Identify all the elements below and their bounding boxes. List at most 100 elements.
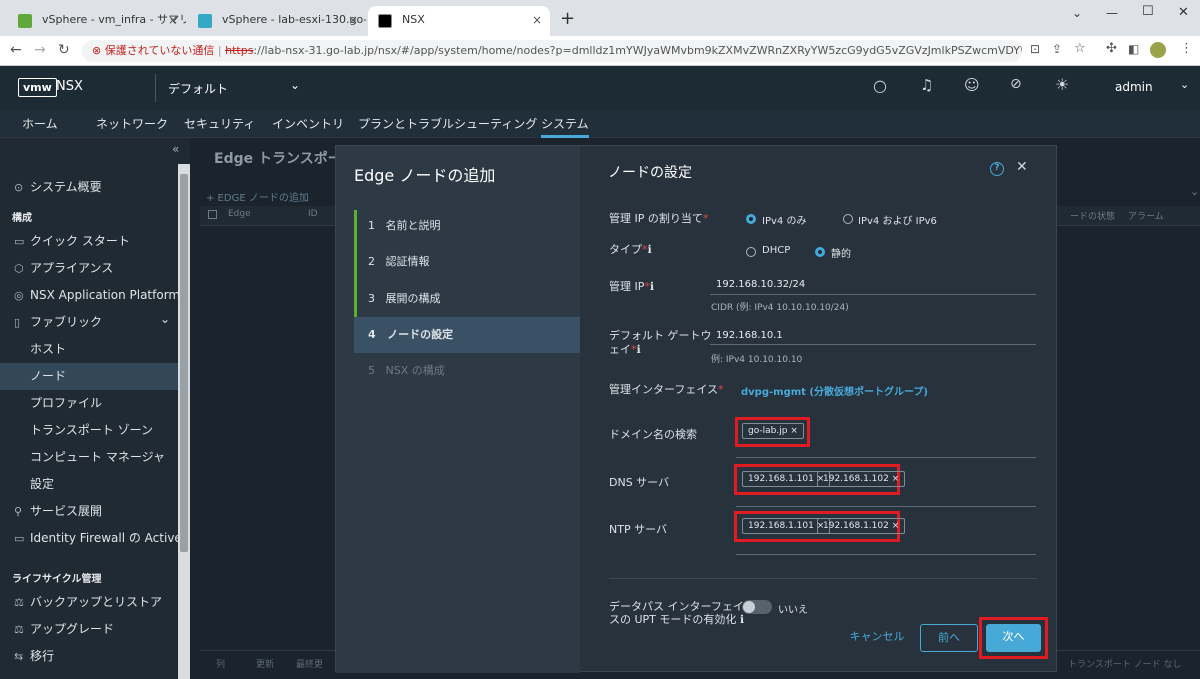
help-icon[interactable]: ? (990, 162, 1004, 176)
smiley-icon[interactable]: ☺ (964, 76, 980, 94)
sidebar-item[interactable]: ▭ Identity Firewall の Active ... (0, 525, 178, 552)
dns-chip-2[interactable]: 192.168.1.102 × (817, 471, 906, 487)
remove-chip-icon[interactable]: × (892, 521, 900, 531)
forward-icon[interactable]: → (34, 42, 46, 58)
nav-plan-troubleshoot[interactable]: プランとトラブルシューティング (358, 110, 537, 138)
sidebar-item[interactable]: ノード (0, 363, 178, 390)
browser-tab-nsx[interactable]: NSX × (368, 6, 550, 36)
sidebar-item[interactable]: ⊙ システム概要 (0, 174, 178, 201)
close-window-button[interactable]: ✕ (1178, 5, 1189, 20)
sidebar-item[interactable]: ホスト (0, 336, 178, 363)
wizard-step-3[interactable]: 3 展開の構成 (354, 281, 580, 317)
sidebar-item[interactable]: コンピュート マネージャ (0, 444, 178, 471)
select-all-checkbox[interactable] (208, 210, 217, 219)
radio-static[interactable] (815, 247, 825, 257)
col-alarm[interactable]: アラーム (1128, 209, 1164, 222)
radio-ipv4-only-label[interactable]: IPv4 のみ (762, 212, 806, 227)
sidebar-item[interactable]: ⇆ 移行 (0, 643, 178, 670)
sidebar-item-icon: ⊙ (14, 181, 24, 194)
radio-ipv4-only[interactable] (746, 214, 756, 224)
sidebar-item[interactable]: ▭ クイック スタート (0, 228, 178, 255)
domain-chip[interactable]: go-lab.jp × (742, 423, 804, 439)
add-edge-node-button[interactable]: + EDGE ノードの追加 (206, 189, 309, 204)
ntp-chip-2[interactable]: 192.168.1.102 × (817, 518, 906, 534)
previous-button[interactable]: 前へ (920, 624, 978, 652)
footer-columns[interactable]: 列 (216, 657, 225, 670)
wizard-step-1[interactable]: 1 名前と説明 (354, 208, 580, 244)
reload-icon[interactable]: ↻ (58, 42, 70, 58)
new-tab-button[interactable]: + (560, 8, 575, 29)
nav-security[interactable]: セキュリティ (184, 110, 255, 138)
sidebar-item[interactable]: ◎ NSX Application Platform (0, 282, 178, 309)
upt-toggle[interactable] (742, 600, 772, 614)
footer-refresh[interactable]: 更新 (256, 657, 274, 670)
sidebar-item[interactable]: ⬡ アプライアンス (0, 255, 178, 282)
chevron-down-icon[interactable]: ⌄ (160, 309, 170, 333)
minimize-button[interactable]: — (1106, 6, 1118, 20)
sidebar-item[interactable]: ⚖ バックアップとリストア (0, 589, 178, 616)
info-icon[interactable]: ℹ (740, 613, 744, 626)
sidebar-item[interactable]: ⚲ サービス展開 (0, 498, 178, 525)
cancel-button[interactable]: キャンセル (844, 624, 910, 652)
wizard-step-2[interactable]: 2 認証情報 (354, 244, 580, 280)
sidebar-scrollbar[interactable] (178, 164, 190, 679)
info-icon[interactable]: ℹ (648, 243, 652, 256)
url-scheme: https (225, 44, 254, 57)
search-icon[interactable]: ○ (873, 76, 887, 95)
info-icon[interactable]: ℹ (650, 280, 654, 293)
mgmt-ip-hint: CIDR (例: IPv4 10.10.10.10/24) (711, 303, 849, 313)
remove-chip-icon[interactable]: × (892, 474, 900, 484)
radio-static-label[interactable]: 静的 (831, 245, 851, 260)
next-button[interactable]: 次へ (986, 624, 1041, 652)
mgmt-ip-input[interactable]: 192.168.10.32/24 (716, 279, 805, 290)
profile-avatar[interactable] (1150, 42, 1166, 58)
remove-chip-icon[interactable]: × (790, 426, 798, 436)
help-icon[interactable]: ⊘ (1010, 76, 1022, 92)
close-tab-icon[interactable]: × (348, 6, 358, 34)
sidebar-item[interactable]: プロファイル (0, 390, 178, 417)
chevron-down-icon[interactable]: ⌄ (1180, 78, 1189, 91)
bell-icon[interactable]: ♫ (920, 76, 933, 94)
translate-icon[interactable]: ⊡ (1030, 42, 1040, 56)
tab-search-icon[interactable]: ⌄ (1072, 6, 1082, 20)
gateway-input[interactable]: 192.168.10.1 (716, 330, 783, 341)
maximize-button[interactable]: ☐ (1142, 4, 1154, 19)
close-tab-icon[interactable]: × (168, 6, 178, 34)
sidebar-item[interactable]: ▯ ファブリック ⌄ (0, 309, 178, 336)
extensions-icon[interactable]: ✣ (1106, 41, 1117, 56)
close-tab-icon[interactable]: × (532, 6, 542, 34)
radio-dhcp-label[interactable]: DHCP (762, 245, 790, 256)
info-icon[interactable]: ℹ (637, 343, 641, 356)
menu-icon[interactable]: ⋮ (1180, 41, 1193, 56)
browser-tab-vsphere-esxi[interactable]: vSphere - lab-esxi-130.go-lab.jp × (188, 6, 366, 36)
mgmt-interface-link[interactable]: dvpg-mgmt (分散仮想ポートグループ) (741, 383, 928, 398)
nav-system[interactable]: システム (541, 110, 589, 138)
chevron-down-icon[interactable]: ⌄ (290, 78, 300, 92)
col-id[interactable]: ID (308, 209, 318, 219)
theme-icon[interactable]: ☀ (1055, 75, 1069, 94)
radio-dhcp[interactable] (746, 247, 756, 257)
sidepanel-icon[interactable]: ◧ (1128, 42, 1139, 56)
mgmt-interface-label: 管理インターフェイス* (609, 383, 724, 396)
col-edge[interactable]: Edge (228, 209, 251, 219)
share-icon[interactable]: ⇪ (1052, 42, 1062, 56)
expand-icon[interactable]: ⌄ (1190, 185, 1199, 198)
user-menu[interactable]: admin (1115, 80, 1153, 94)
bookmark-star-icon[interactable]: ☆ (1074, 41, 1086, 56)
back-icon[interactable]: ← (10, 42, 22, 58)
radio-ipv4-ipv6-label[interactable]: IPv4 および IPv6 (858, 212, 937, 227)
sidebar-item[interactable]: 設定 (0, 471, 178, 498)
nav-inventory[interactable]: インベントリ (272, 110, 344, 138)
nav-home[interactable]: ホーム (22, 110, 58, 138)
wizard-step-4[interactable]: 4 ノードの設定 (354, 317, 580, 353)
col-status[interactable]: ードの状態 (1070, 209, 1115, 222)
collapse-sidebar-icon[interactable]: « (172, 142, 179, 156)
close-dialog-icon[interactable]: ✕ (1016, 159, 1028, 175)
sidebar-item[interactable]: ⚖ アップグレード (0, 616, 178, 643)
browser-tab-vsphere-vm[interactable]: vSphere - vm_infra - サマリ × (8, 6, 186, 36)
url-field[interactable]: ⊗ 保護されていない通信 | https://lab-nsx-31.go-lab… (82, 40, 1022, 62)
radio-ipv4-ipv6[interactable] (843, 214, 853, 224)
project-selector[interactable]: デフォルト (168, 80, 228, 97)
sidebar-item[interactable]: トランスポート ゾーン (0, 417, 178, 444)
nav-networking[interactable]: ネットワーク (96, 110, 168, 138)
